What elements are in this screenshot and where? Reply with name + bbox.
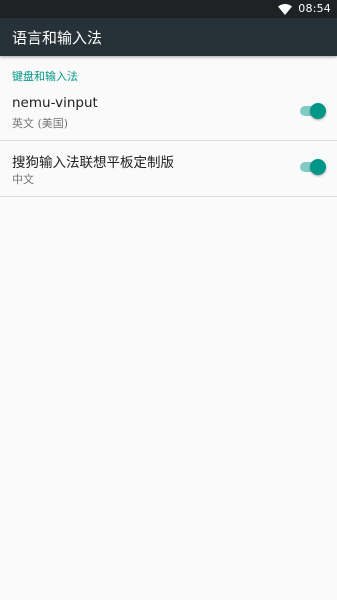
keyboard-item-sogou[interactable]: 搜狗输入法联想平板定制版 中文 (0, 141, 337, 197)
page-title: 语言和输入法 (12, 28, 103, 47)
switch-thumb (310, 159, 326, 175)
app-bar: 语言和输入法 (0, 18, 337, 56)
wifi-icon (278, 3, 293, 15)
keyboard-toggle-switch[interactable] (299, 103, 326, 119)
switch-thumb (310, 103, 326, 119)
keyboard-item-nemu-vinput[interactable]: nemu-vinput 英文 (美国) (0, 85, 337, 141)
keyboard-toggle-switch[interactable] (299, 159, 326, 175)
keyboard-item-title: nemu-vinput (12, 95, 98, 111)
keyboard-item-title: 搜狗输入法联想平板定制版 (12, 155, 174, 171)
status-time: 08:54 (298, 2, 331, 15)
category-header: 键盘和输入法 (12, 70, 78, 83)
keyboard-item-summary: 中文 (12, 173, 34, 186)
keyboard-item-summary: 英文 (美国) (12, 117, 69, 130)
status-bar: 08:54 (0, 0, 337, 18)
